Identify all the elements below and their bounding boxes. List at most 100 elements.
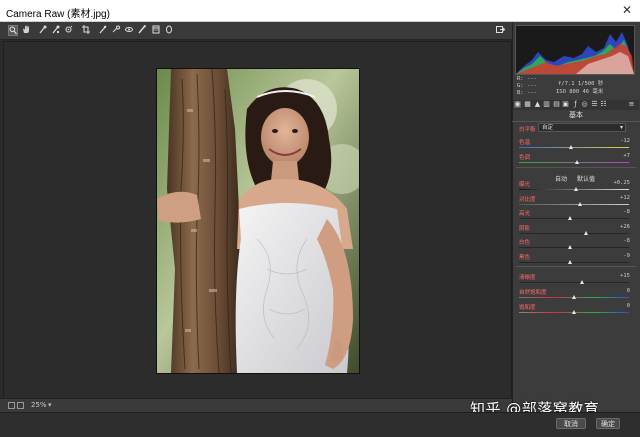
r-value: ---	[526, 76, 537, 82]
effects-icon[interactable]: ƒ	[572, 101, 579, 108]
b-label: B:	[517, 90, 524, 96]
slider-label: 高光	[519, 211, 531, 217]
lens-corrections-icon[interactable]: ▣	[562, 101, 569, 108]
slider-row[interactable]: 饱和度 0	[516, 303, 636, 314]
slider-label: 自然饱和度	[519, 290, 547, 296]
camera-info-iso: ISO 800 46 毫米	[556, 89, 604, 95]
slider-label: 饱和度	[519, 305, 536, 311]
slider-value[interactable]: +12	[620, 195, 630, 201]
slider-thumb[interactable]	[584, 230, 589, 235]
slider-value[interactable]: +0.25	[613, 180, 630, 186]
hand-tool-icon[interactable]	[21, 25, 31, 36]
slider-row[interactable]: 阴影 +26	[516, 224, 636, 235]
zoom-tool-icon[interactable]	[8, 25, 18, 36]
slider-value[interactable]: +7	[623, 153, 630, 159]
white-balance-label: 白平衡	[519, 127, 536, 133]
slider-value[interactable]: -8	[623, 238, 630, 244]
slider-row[interactable]: 黑色 -9	[516, 253, 636, 264]
presets-icon[interactable]: ☰	[591, 101, 598, 108]
window-title: Camera Raw (素材.jpg)	[6, 9, 110, 20]
section-title: 基本	[512, 110, 640, 122]
slider-row[interactable]: 色温 -12	[516, 138, 636, 149]
slider-label: 曝光	[519, 182, 531, 188]
photo-preview[interactable]	[156, 68, 360, 374]
panel-tabs: ◉ ▦ ▲ ▥ ▤ ▣ ƒ ◎ ☰ ☷ ≡	[513, 100, 639, 110]
cancel-button[interactable]: 取消	[556, 418, 586, 429]
snapshots-icon[interactable]: ☷	[600, 101, 607, 108]
slider-thumb[interactable]	[577, 201, 582, 206]
close-icon[interactable]: ✕	[622, 3, 632, 17]
detail-icon[interactable]: ▲	[534, 101, 541, 108]
slider-row[interactable]: 对比度 +12	[516, 195, 636, 206]
status-bar	[0, 412, 640, 437]
slider-row[interactable]: 白色 -8	[516, 238, 636, 249]
slider-track[interactable]	[519, 261, 629, 263]
spot-removal-tool-icon[interactable]	[111, 25, 121, 36]
slider-value[interactable]: -9	[623, 253, 630, 259]
slider-track[interactable]	[519, 203, 629, 205]
slider-label: 清晰度	[519, 275, 536, 281]
slider-row[interactable]: 高光 -8	[516, 209, 636, 220]
slider-thumb[interactable]	[567, 259, 572, 264]
open-preferences-icon[interactable]	[495, 25, 505, 36]
slider-track[interactable]	[519, 247, 629, 248]
preview-canvas[interactable]	[3, 41, 512, 400]
white-balance-tool-icon[interactable]	[38, 25, 48, 36]
slider-thumb[interactable]	[567, 245, 572, 249]
slider-value[interactable]: +26	[620, 224, 630, 230]
hsl-icon[interactable]: ▥	[543, 101, 550, 108]
zoom-out-icon[interactable]	[8, 402, 15, 409]
split-toning-icon[interactable]: ▤	[553, 101, 560, 108]
slider-row[interactable]: 清晰度 +15	[516, 273, 636, 284]
red-eye-tool-icon[interactable]	[124, 25, 134, 36]
straighten-tool-icon[interactable]	[98, 25, 108, 36]
crop-tool-icon[interactable]	[81, 25, 91, 36]
zoom-level[interactable]: 25%	[31, 401, 47, 409]
slider-thumb[interactable]	[572, 295, 576, 299]
slider-value[interactable]: 0	[627, 288, 630, 294]
r-label: R:	[517, 76, 524, 82]
slider-label: 阴影	[519, 225, 531, 232]
color-sampler-tool-icon[interactable]	[51, 25, 61, 36]
white-balance-value: 自定	[542, 125, 554, 131]
slider-track[interactable]	[519, 282, 629, 283]
slider-thumb[interactable]	[568, 145, 573, 149]
slider-track[interactable]	[519, 218, 629, 219]
slider-label: 色调	[519, 155, 531, 161]
white-balance-select[interactable]: 自定 ▾	[538, 123, 626, 132]
slider-label: 黑色	[519, 254, 531, 261]
slider-row[interactable]: 自然饱和度 0	[516, 288, 636, 299]
rgb-readout-r: R: ---	[517, 76, 537, 82]
camera-info-aperture: f/7.1 1/500 秒	[558, 81, 604, 87]
camera-calibration-icon[interactable]: ◎	[581, 101, 588, 108]
slider-thumb[interactable]	[572, 310, 576, 314]
radial-filter-tool-icon[interactable]	[164, 25, 174, 36]
zoom-in-icon[interactable]	[17, 402, 24, 409]
slider-track[interactable]	[519, 147, 629, 148]
slider-track[interactable]	[519, 162, 629, 163]
zoom-dropdown-icon[interactable]: ▾	[48, 401, 52, 409]
slider-thumb[interactable]	[575, 160, 580, 164]
slider-label: 白色	[519, 240, 531, 246]
target-adjustment-tool-icon[interactable]	[64, 25, 74, 36]
panel-menu-icon[interactable]: ≡	[628, 101, 635, 108]
slider-track[interactable]	[519, 232, 629, 234]
slider-label: 对比度	[519, 196, 536, 203]
slider-row[interactable]: 曝光 +0.25	[516, 180, 636, 191]
graduated-filter-tool-icon[interactable]	[151, 25, 161, 36]
tone-curve-icon[interactable]: ▦	[524, 101, 531, 108]
slider-thumb[interactable]	[567, 216, 572, 220]
slider-value[interactable]: -12	[620, 138, 630, 144]
slider-thumb[interactable]	[574, 187, 579, 191]
slider-label: 色温	[519, 140, 531, 146]
basic-panel-icon[interactable]: ◉	[514, 101, 521, 108]
adjustment-brush-tool-icon[interactable]	[137, 24, 147, 36]
slider-row[interactable]: 色调 +7	[516, 153, 636, 164]
ok-button[interactable]: 确定	[596, 418, 620, 429]
slider-value[interactable]: 0	[627, 303, 630, 309]
g-label: G:	[517, 83, 524, 89]
slider-value[interactable]: -8	[623, 209, 630, 215]
divider	[516, 266, 636, 267]
slider-thumb[interactable]	[579, 280, 584, 284]
slider-value[interactable]: +15	[620, 273, 630, 279]
